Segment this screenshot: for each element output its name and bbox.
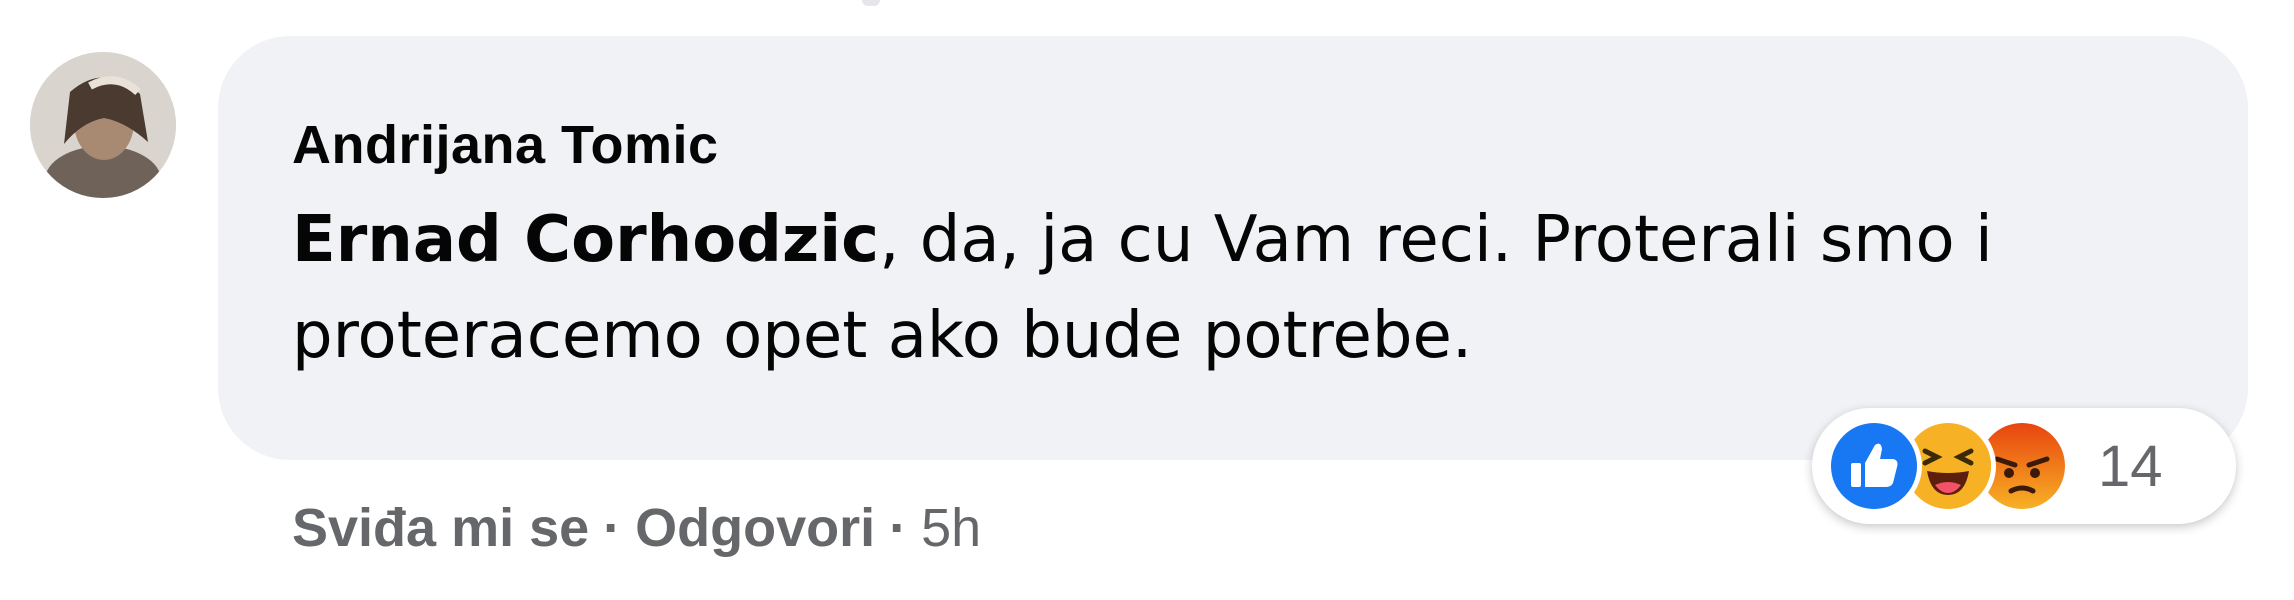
thread-connector bbox=[862, 0, 880, 6]
comment-screenshot: Andrijana Tomic Ernad Corhodzic, da, ja … bbox=[0, 0, 2294, 600]
comment-bubble: Andrijana Tomic Ernad Corhodzic, da, ja … bbox=[218, 36, 2248, 460]
reactions-summary[interactable]: 14 bbox=[1812, 408, 2236, 524]
like-icon bbox=[1826, 418, 1922, 514]
separator-dot: · bbox=[889, 498, 908, 558]
comment-author[interactable]: Andrijana Tomic bbox=[292, 112, 2178, 178]
like-button[interactable]: Sviđa mi se bbox=[292, 488, 589, 568]
reply-button[interactable]: Odgovori bbox=[635, 488, 875, 568]
reaction-count: 14 bbox=[2098, 433, 2163, 499]
mention-link[interactable]: Ernad Corhodzic bbox=[292, 203, 879, 277]
separator-dot: · bbox=[603, 498, 622, 558]
avatar[interactable] bbox=[30, 52, 176, 198]
comment-actions: Sviđa mi se · Odgovori · 5h bbox=[292, 488, 981, 568]
timestamp[interactable]: 5h bbox=[921, 488, 981, 568]
comment-text: Ernad Corhodzic, da, ja cu Vam reci. Pro… bbox=[292, 192, 2162, 384]
